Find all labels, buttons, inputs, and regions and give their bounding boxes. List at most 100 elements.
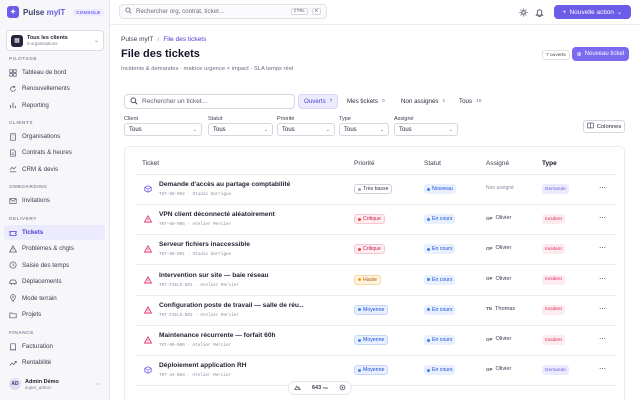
table-row[interactable]: Maintenance récurrente — forfait 60h TKT-… <box>136 326 616 356</box>
sidebar-item-contrats-heures[interactable]: Contrats & heures <box>4 145 105 160</box>
ticket-title[interactable]: Demande d'accès au partage comptabilité <box>159 181 290 188</box>
warning-icon <box>143 215 153 223</box>
new-action-button[interactable]: + Nouvelle action ⌄ <box>554 5 631 19</box>
more-icon[interactable]: ⋯ <box>95 381 101 388</box>
filter-select-priorite[interactable]: Tous ⌄ <box>277 123 335 136</box>
chevron-down-icon: ⌄ <box>448 126 453 133</box>
global-search[interactable]: CTRL K <box>119 4 327 19</box>
column-header-assignee[interactable]: Assigné <box>486 160 509 167</box>
row-more-icon[interactable]: ⋯ <box>599 365 606 373</box>
sidebar-item-organisations[interactable]: Organisations <box>4 129 105 144</box>
settings-icon[interactable] <box>339 384 346 393</box>
assignee[interactable]: OP Olivier <box>486 276 511 282</box>
table-row[interactable]: Déploiement application RH TKT-44-003 · A… <box>136 356 616 387</box>
status-badge: En cours <box>424 214 456 225</box>
filter-tab-count: 7 <box>329 99 333 104</box>
filter-tab-non-assignes[interactable]: Non assignés 1 <box>396 94 450 109</box>
priority-dot <box>358 308 361 312</box>
table-row[interactable]: Demande d'accès au partage comptabilité T… <box>136 175 616 205</box>
filter-tab-tous[interactable]: Tous 10 <box>454 94 486 109</box>
chart-icon <box>9 101 17 109</box>
row-more-icon[interactable]: ⋯ <box>599 275 606 283</box>
filter-tab-label: Mes tickets <box>347 98 378 105</box>
column-header-type[interactable]: Type <box>542 160 557 167</box>
crm-icon <box>9 165 17 173</box>
invoice-icon <box>9 342 17 351</box>
column-header-ticket[interactable]: Ticket <box>142 160 159 167</box>
filter-select-client[interactable]: Tous ⌄ <box>124 123 202 136</box>
table-row[interactable]: VPN client déconnecté aléatoirement TKT-5… <box>136 205 616 236</box>
ticket-title[interactable]: Serveur fichiers inaccessible <box>159 241 250 248</box>
assignee[interactable]: OP Olivier <box>486 366 511 372</box>
car-icon <box>9 278 17 286</box>
ticket-search[interactable] <box>124 94 295 109</box>
row-more-icon[interactable]: ⋯ <box>599 184 606 192</box>
sidebar-item-deplacements[interactable]: Déplacements <box>4 274 105 289</box>
sidebar-item-saisie-des-temps[interactable]: Saisie des temps <box>4 258 105 273</box>
sidebar-item-rentabilite[interactable]: Rentabilité <box>4 355 105 370</box>
type-badge: Demande <box>542 365 569 376</box>
sidebar-item-mode-terrain[interactable]: Mode terrain <box>4 291 105 306</box>
sidebar-item-invitations[interactable]: Invitations <box>4 193 105 208</box>
global-search-input[interactable] <box>136 8 287 15</box>
assignee[interactable]: OP Olivier <box>486 215 511 221</box>
ticket-title[interactable]: Maintenance récurrente — forfait 60h <box>159 332 276 339</box>
user-menu[interactable]: AD Admin Démo super_admin ⋯ <box>6 374 104 394</box>
assignee[interactable]: OP Olivier <box>486 336 511 342</box>
filter-select-type[interactable]: Tous ⌄ <box>339 123 389 136</box>
filter-select-value: Tous <box>344 126 357 133</box>
row-more-icon[interactable]: ⋯ <box>599 244 606 252</box>
nav-section-label: PILOTAGE <box>9 57 38 62</box>
row-more-icon[interactable]: ⋯ <box>599 214 606 222</box>
column-header-priority[interactable]: Priorité <box>354 160 375 167</box>
column-header-status[interactable]: Statut <box>424 160 441 167</box>
filter-tab-mes-tickets[interactable]: Mes tickets 0 <box>342 94 390 109</box>
filter-tab-count: 1 <box>442 99 446 104</box>
sidebar-item-facturation[interactable]: Facturation <box>4 339 105 354</box>
ticket-search-input[interactable] <box>142 98 289 105</box>
sidebar-item-projets[interactable]: Projets <box>4 307 105 322</box>
sidebar-item-crm-devis[interactable]: CRM & devis <box>4 162 105 177</box>
row-more-icon[interactable]: ⋯ <box>599 335 606 343</box>
filter-label-assigne: Assigné <box>394 116 414 122</box>
sidebar-item-tableau-de-bord[interactable]: Tableau de bord <box>4 65 105 80</box>
grid-icon <box>9 68 17 77</box>
trend-icon <box>9 359 17 367</box>
sidebar-item-problemes-chgts[interactable]: Problèmes & chgts <box>4 241 105 256</box>
priority-label: Haute <box>363 276 377 283</box>
mail-icon <box>9 197 17 205</box>
ticket-title[interactable]: Déploiement application RH <box>159 362 247 369</box>
notification-bell-icon[interactable] <box>534 7 544 17</box>
filter-tab-count: 0 <box>381 99 385 104</box>
priority-dot <box>358 187 361 191</box>
filter-select-statut[interactable]: Tous ⌄ <box>208 123 273 136</box>
filter-tab-ouverts[interactable]: Ouverts 7 <box>298 94 339 109</box>
table-row[interactable]: Serveur fichiers inaccessible TKT-68-001 … <box>136 235 616 266</box>
new-ticket-button[interactable]: ⊕ Nouveau ticket <box>572 47 629 61</box>
table-row[interactable]: Configuration poste de travail — salle d… <box>136 296 616 326</box>
status-dot <box>427 278 430 282</box>
client-switcher[interactable]: ▦ Tous les clients 9 organisations ⌄ <box>6 30 104 51</box>
theme-toggle-sun-icon[interactable] <box>518 7 528 17</box>
filter-select-assigne[interactable]: Tous ⌄ <box>394 123 458 136</box>
ticket-title[interactable]: Intervention sur site — baie réseau <box>159 272 269 279</box>
breadcrumb-root[interactable]: Pulse myIT <box>121 36 154 43</box>
sidebar-item-renouvellements[interactable]: Renouvellements <box>4 81 105 96</box>
assignee[interactable]: TN Thomas <box>486 306 515 312</box>
plus-icon: ⊕ <box>576 51 582 58</box>
assignee[interactable]: Non assigné <box>486 185 514 191</box>
row-more-icon[interactable]: ⋯ <box>599 305 606 313</box>
ticket-title[interactable]: Configuration poste de travail — salle d… <box>159 302 304 309</box>
filter-label-priorite: Priorité <box>277 116 295 122</box>
columns-button[interactable]: Colonnes <box>583 120 625 133</box>
brand[interactable]: ✦ Pulse myIT CONSOLE <box>7 6 104 18</box>
ticket-title[interactable]: VPN client déconnecté aléatoirement <box>159 211 275 218</box>
clock-icon <box>9 261 17 269</box>
table-row[interactable]: Intervention sur site — baie réseau TKT-F… <box>136 266 616 296</box>
assignee[interactable]: OP Olivier <box>486 245 511 251</box>
sidebar-item-tickets[interactable]: Tickets <box>4 225 105 240</box>
mountain-icon[interactable] <box>294 384 302 393</box>
warning-icon <box>143 245 153 253</box>
sidebar-item-reporting[interactable]: Reporting <box>4 98 105 113</box>
building-icon <box>9 132 17 141</box>
